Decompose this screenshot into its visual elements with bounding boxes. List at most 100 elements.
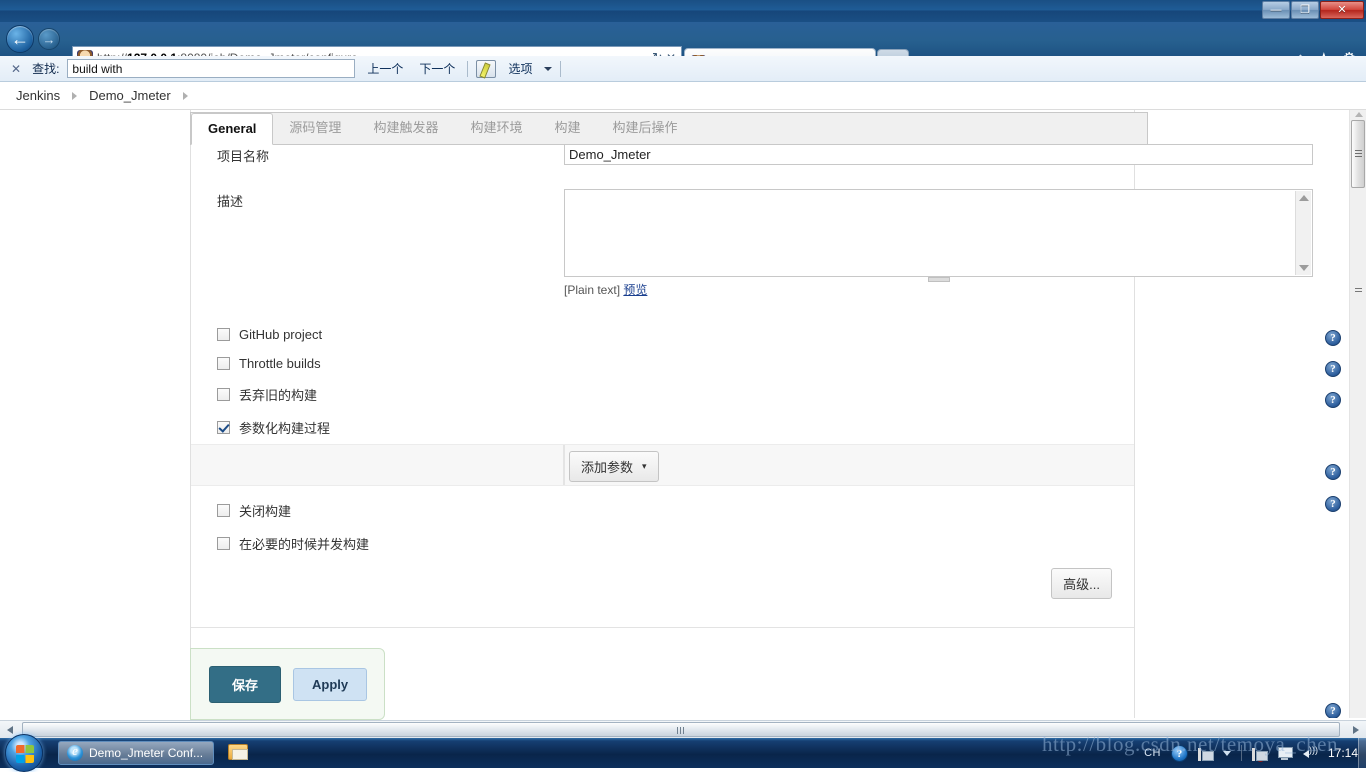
- show-desktop-button[interactable]: [1358, 738, 1366, 768]
- ime-indicator[interactable]: CH: [1144, 747, 1161, 759]
- config-tab-bar: General 源码管理 构建触发器 构建环境 构建 构建后操作: [190, 112, 1148, 145]
- clock[interactable]: 17:14: [1328, 746, 1358, 760]
- description-textarea[interactable]: [564, 189, 1313, 277]
- vertical-scroll-thumb[interactable]: [1351, 120, 1365, 188]
- find-bar: ✕ 查找: 上一个 下一个 选项: [0, 56, 1366, 82]
- checkbox-row-github-project[interactable]: GitHub project: [191, 320, 1134, 349]
- project-name-input[interactable]: [564, 144, 1313, 165]
- checkbox-row-throttle-builds[interactable]: Throttle builds: [191, 349, 1134, 378]
- help-icon[interactable]: ?: [1171, 745, 1188, 762]
- internet-explorer-icon: [67, 745, 83, 761]
- checkbox-label: 参数化构建过程: [239, 418, 330, 437]
- network-icon[interactable]: [1198, 746, 1213, 761]
- minimize-button[interactable]: —: [1262, 1, 1290, 19]
- tab-build-environment[interactable]: 构建环境: [454, 110, 538, 144]
- checkbox-disable-build[interactable]: [217, 504, 230, 517]
- start-button[interactable]: [5, 734, 43, 772]
- textarea-resize-handle[interactable]: [928, 277, 950, 282]
- advanced-button[interactable]: 高级...: [1051, 568, 1112, 599]
- checkbox-row-parameterized-build[interactable]: 参数化构建过程: [191, 411, 1134, 444]
- page-horizontal-scrollbar[interactable]: [0, 720, 1366, 738]
- taskbar-item-browser[interactable]: Demo_Jmeter Conf...: [58, 741, 214, 765]
- find-separator-2: [560, 61, 561, 77]
- find-close-icon[interactable]: ✕: [8, 62, 24, 76]
- description-field-wrap: [Plain text] 预览: [564, 183, 1323, 304]
- find-previous-button[interactable]: 上一个: [363, 60, 407, 77]
- scroll-up-icon[interactable]: [1299, 195, 1309, 201]
- checkbox-row-disable-build[interactable]: 关闭构建: [191, 494, 1134, 527]
- find-options-button[interactable]: 选项: [504, 60, 536, 77]
- checkbox-parameterized-build[interactable]: [217, 421, 230, 434]
- tab-build[interactable]: 构建: [538, 110, 596, 144]
- tray-separator: [1241, 745, 1242, 761]
- error-badge-icon: ✕: [1256, 753, 1265, 762]
- description-label: 描述: [191, 183, 564, 304]
- checkbox-discard-old-builds[interactable]: [217, 388, 230, 401]
- chevron-right-icon: [72, 92, 77, 100]
- checkbox-row-concurrent-build[interactable]: 在必要的时候并发构建: [191, 527, 1134, 560]
- scroll-down-icon[interactable]: [1299, 265, 1309, 271]
- checkbox-label: GitHub project: [239, 327, 322, 342]
- textarea-scrollbar[interactable]: [1295, 191, 1311, 275]
- chevron-down-icon: ▾: [642, 461, 647, 472]
- checkbox-row-discard-old-builds[interactable]: 丢弃旧的构建: [191, 378, 1134, 411]
- taskbar-item-label: Demo_Jmeter Conf...: [89, 746, 203, 760]
- help-icon-discard-old-builds[interactable]: ?: [1325, 361, 1341, 377]
- tab-build-triggers[interactable]: 构建触发器: [357, 110, 454, 144]
- chevron-down-icon[interactable]: [544, 67, 552, 71]
- add-parameter-button[interactable]: 添加参数 ▾: [569, 451, 659, 482]
- find-label: 查找:: [32, 60, 59, 77]
- help-icon-disable-build[interactable]: ?: [1325, 464, 1341, 480]
- close-button[interactable]: ✕: [1320, 1, 1364, 19]
- restore-button[interactable]: ❐: [1291, 1, 1319, 19]
- breadcrumb-item-jenkins[interactable]: Jenkins: [16, 88, 60, 103]
- find-next-button[interactable]: 下一个: [415, 60, 459, 77]
- description-row: 描述 [Plain text] 预览: [191, 183, 1134, 304]
- tab-source-control[interactable]: 源码管理: [273, 110, 357, 144]
- add-parameter-strip: 添加参数 ▾: [191, 444, 1134, 486]
- save-apply-floating-box: 保存 Apply: [190, 648, 385, 720]
- tab-general[interactable]: General: [191, 113, 273, 145]
- help-icon-parameterized-build[interactable]: ?: [1325, 392, 1341, 408]
- back-arrow-icon[interactable]: ←: [6, 25, 34, 53]
- windows-taskbar: Demo_Jmeter Conf... CH ? ✕ 17:14: [0, 738, 1366, 768]
- browser-navigation-bar: ← → http://127.0.0.1:8080/job/Demo_Jmete…: [0, 22, 1366, 56]
- find-separator: [467, 61, 468, 77]
- preview-link[interactable]: 预览: [623, 283, 647, 297]
- advanced-button-wrap: 高级...: [191, 560, 1134, 613]
- page-content-viewport: 项目名称 描述 [Plain text] 预览: [0, 110, 1349, 718]
- scroll-left-arrow-icon[interactable]: [7, 726, 13, 734]
- taskbar-item-explorer-folder-icon[interactable]: [228, 744, 248, 760]
- tab-post-build-actions[interactable]: 构建后操作: [596, 110, 693, 144]
- help-icon-scm[interactable]: ?: [1325, 703, 1341, 718]
- checkbox-github-project[interactable]: [217, 328, 230, 341]
- window-controls: — ❐ ✕: [1261, 1, 1364, 19]
- scroll-up-arrow-icon[interactable]: [1355, 112, 1363, 117]
- monitor-icon[interactable]: [1277, 746, 1292, 761]
- volume-icon[interactable]: [1302, 746, 1318, 761]
- network-error-icon[interactable]: ✕: [1252, 746, 1267, 761]
- page-vertical-scrollbar[interactable]: [1349, 110, 1366, 718]
- chevron-right-icon-2: [183, 92, 188, 100]
- apply-button[interactable]: Apply: [293, 668, 367, 701]
- options-group-2: 关闭构建 在必要的时候并发构建: [191, 494, 1134, 560]
- window-titlebar: — ❐ ✕: [0, 0, 1366, 22]
- system-tray: CH ? ✕ 17:14: [1144, 738, 1358, 768]
- strip-divider: [563, 445, 565, 485]
- scroll-right-arrow-icon[interactable]: [1353, 726, 1359, 734]
- breadcrumb-item-project[interactable]: Demo_Jmeter: [89, 88, 171, 103]
- horizontal-scroll-thumb[interactable]: [22, 722, 1340, 737]
- show-hidden-icons-caret[interactable]: [1223, 751, 1231, 756]
- breadcrumb: Jenkins Demo_Jmeter: [0, 82, 1366, 110]
- highlight-pen-icon[interactable]: [476, 60, 496, 78]
- checkbox-concurrent-build[interactable]: [217, 537, 230, 550]
- checkbox-throttle-builds[interactable]: [217, 357, 230, 370]
- scroll-grip-icon: [1355, 288, 1362, 294]
- checkbox-label: 在必要的时候并发构建: [239, 534, 369, 553]
- save-button[interactable]: 保存: [209, 666, 281, 703]
- options-group-1: GitHub project Throttle builds 丢弃旧的构建 参数…: [191, 320, 1134, 444]
- help-icon-concurrent-build[interactable]: ?: [1325, 496, 1341, 512]
- find-input[interactable]: [67, 59, 355, 78]
- forward-arrow-icon[interactable]: →: [38, 28, 60, 50]
- help-icon-github-project[interactable]: ?: [1325, 330, 1341, 346]
